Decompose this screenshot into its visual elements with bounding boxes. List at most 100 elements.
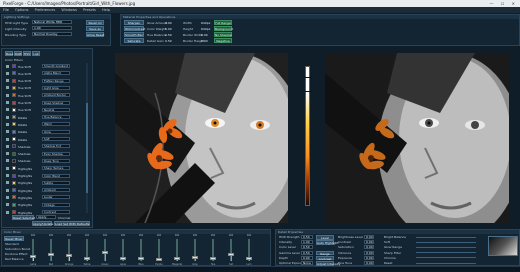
original-image[interactable] bbox=[115, 53, 288, 223]
filter-checkbox[interactable] bbox=[6, 101, 9, 104]
detail-value-2[interactable]: 0.00 bbox=[364, 250, 374, 255]
apply-field[interactable]: Apply bbox=[36, 215, 56, 219]
filter-checkbox[interactable] bbox=[6, 86, 9, 90]
border-height-value[interactable]: 2.00 bbox=[201, 39, 208, 43]
tab-base[interactable]: Base bbox=[5, 51, 13, 56]
filter-list-item[interactable]: Rotate Hue Balance bbox=[6, 114, 78, 121]
filter-list-item[interactable]: Hue Shift Flatten Range bbox=[6, 78, 78, 85]
no-shadow-button[interactable]: No Shadow bbox=[214, 32, 232, 37]
mixer-fader[interactable]: 0.0 Lum bbox=[244, 234, 254, 266]
mixer-fader[interactable]: 0.0 Orange bbox=[64, 234, 74, 266]
filter-color-swatch[interactable] bbox=[12, 180, 16, 185]
reset-all-button[interactable]: Reset All bbox=[86, 20, 104, 25]
filter-mode-select[interactable]: Shadow Tint bbox=[42, 144, 70, 149]
detail-slider[interactable] bbox=[416, 262, 476, 264]
filter-checkbox[interactable] bbox=[6, 79, 9, 83]
detail-slider[interactable] bbox=[416, 236, 476, 238]
filter-list-item[interactable]: Rotate Soft bbox=[6, 136, 78, 143]
filter-list-item[interactable]: Highlights Color Blend bbox=[6, 173, 78, 180]
detail-value[interactable]: 0.50 bbox=[301, 235, 313, 239]
mixer-fader[interactable]: 0.0 Purple bbox=[154, 234, 164, 266]
filter-mode-select[interactable]: Flatten Range bbox=[42, 78, 70, 83]
detail-option-button[interactable]: Adjust Intensity bbox=[316, 261, 340, 266]
mixer-fader[interactable]: 0.0 Red bbox=[46, 234, 56, 266]
detail-gain-value[interactable]: 0.50 bbox=[165, 39, 172, 43]
gradient-marker[interactable] bbox=[305, 77, 312, 78]
mixer-fader[interactable]: 0.0 Gray bbox=[190, 234, 200, 266]
filter-list-item[interactable]: Highlights Luster bbox=[6, 194, 78, 201]
detail-slider[interactable] bbox=[416, 257, 476, 259]
filter-list-item[interactable]: Highlights Sharp Texture bbox=[6, 165, 78, 172]
mixer-fader[interactable]: 0.0 Aqua bbox=[118, 234, 128, 266]
filter-color-swatch[interactable] bbox=[12, 166, 16, 171]
filter-checkbox[interactable] bbox=[6, 203, 9, 207]
filter-checkbox[interactable] bbox=[6, 195, 9, 199]
filter-checkbox[interactable] bbox=[6, 137, 9, 141]
detail-value[interactable]: 0.50 bbox=[301, 245, 313, 250]
processed-image[interactable] bbox=[325, 53, 509, 223]
sharpen-button[interactable]: Sharpen bbox=[124, 20, 144, 25]
detail-value-2[interactable]: 0.00 bbox=[364, 261, 374, 265]
reset-selected-button[interactable]: Reset Selected bbox=[12, 215, 35, 220]
window-controls[interactable]: — ☐ ✕ bbox=[490, 0, 518, 7]
filter-mode-select[interactable]: Luster bbox=[42, 195, 70, 200]
preset-duotone[interactable]: Duotone Effect bbox=[5, 252, 27, 256]
filter-mode-select[interactable]: Warm bbox=[42, 122, 70, 127]
filter-checkbox[interactable] bbox=[6, 188, 9, 192]
detail-value-2[interactable]: 0.00 bbox=[364, 240, 374, 245]
detail-value[interactable]: 0.00 bbox=[301, 255, 313, 260]
filter-list-item[interactable]: Highlights Subtle bbox=[6, 180, 78, 187]
filter-list-item[interactable]: Rotate Warm bbox=[6, 121, 78, 128]
filter-list-item[interactable]: Hue Shift Light Glow bbox=[6, 85, 78, 92]
filter-color-swatch[interactable] bbox=[12, 64, 16, 68]
detail-value[interactable]: 0.50 bbox=[301, 250, 313, 255]
blending-type-select[interactable]: Normal Overlay bbox=[32, 32, 72, 36]
filter-mode-select[interactable]: Ambient bbox=[42, 188, 70, 193]
filter-checkbox[interactable] bbox=[6, 122, 9, 126]
apply-update-button[interactable]: Apply/Update bbox=[32, 221, 53, 226]
menu-presets[interactable]: Presets bbox=[83, 8, 96, 12]
detail-option-button[interactable]: Range bbox=[316, 250, 334, 255]
filter-mode-select[interactable]: Even Shadow bbox=[42, 151, 70, 156]
menu-windows[interactable]: Windows bbox=[61, 8, 77, 12]
fader-knob[interactable] bbox=[246, 257, 252, 261]
filter-list-item[interactable]: Rotate Glow bbox=[6, 129, 78, 136]
filter-list-item[interactable]: Shadows Shadow Tint bbox=[6, 143, 78, 150]
detail-value-2[interactable]: 0.00 bbox=[364, 235, 374, 239]
filter-mode-select[interactable]: Light Glow bbox=[42, 85, 70, 90]
filter-color-swatch[interactable] bbox=[12, 137, 16, 141]
filter-list-item[interactable]: Hue Shift Deep Shadow bbox=[6, 100, 78, 107]
filter-mode-select[interactable]: Alpha Blend bbox=[42, 71, 70, 76]
filter-checkbox[interactable] bbox=[6, 159, 9, 163]
filter-mode-select[interactable]: Deep Tone bbox=[42, 158, 70, 163]
fader-knob[interactable] bbox=[30, 255, 36, 259]
preset-standard[interactable]: Standard bbox=[5, 242, 19, 246]
filter-color-swatch[interactable] bbox=[12, 195, 16, 200]
color-weight-value[interactable]: 0.00 bbox=[165, 27, 172, 31]
wild-contrast-button[interactable]: Wild Contrast bbox=[124, 26, 145, 31]
detail-value[interactable]: 1.00 bbox=[301, 240, 313, 245]
tab-hsv[interactable]: HSV bbox=[23, 51, 31, 56]
filter-color-swatch[interactable] bbox=[12, 71, 16, 76]
fader-knob[interactable] bbox=[84, 257, 90, 261]
filter-checkbox[interactable] bbox=[6, 64, 9, 68]
curve-preview[interactable] bbox=[488, 236, 518, 256]
detail-option-button[interactable]: Contrast bbox=[316, 255, 334, 261]
mixer-fader[interactable]: 0.0 Sat bbox=[226, 234, 236, 266]
filter-color-swatch[interactable] bbox=[12, 202, 16, 207]
filter-checkbox[interactable] bbox=[6, 174, 9, 177]
filter-checkbox[interactable] bbox=[6, 144, 9, 148]
fader-knob[interactable] bbox=[228, 252, 234, 256]
filter-color-swatch[interactable] bbox=[12, 173, 16, 178]
filter-mode-select[interactable]: Sharp Texture bbox=[42, 166, 70, 171]
filter-list-item[interactable]: Highlights Vintage bbox=[6, 202, 78, 209]
light-intensity-input[interactable]: 1.00 bbox=[32, 26, 72, 30]
filter-list-item[interactable]: Hue Shift Alpha Blend bbox=[6, 70, 78, 77]
filter-list-item[interactable]: Hue Shift Smooth Gradient bbox=[6, 63, 78, 70]
glow-amount-value[interactable]: 0.00 bbox=[165, 21, 172, 25]
mixer-fader[interactable]: 0.0 Hue bbox=[208, 234, 218, 266]
mixer-fader[interactable]: 0.0 Green bbox=[100, 234, 110, 266]
mixer-fader[interactable]: 0.0 Magenta bbox=[172, 234, 182, 266]
preset-red-balance[interactable]: Red Balance bbox=[5, 257, 24, 261]
filter-checkbox[interactable] bbox=[6, 71, 9, 75]
